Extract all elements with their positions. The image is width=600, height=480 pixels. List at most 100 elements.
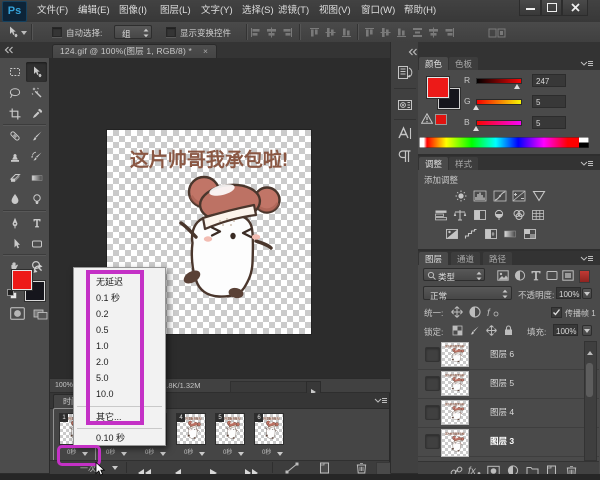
layer-4-thumbnail[interactable] <box>442 401 468 424</box>
tab-swatches[interactable]: 色板 <box>449 57 479 71</box>
tool-type[interactable] <box>26 213 47 233</box>
tool-blur[interactable] <box>4 189 25 209</box>
distribute-right-icon[interactable] <box>444 27 455 38</box>
tool-eyedropper[interactable] <box>26 104 47 124</box>
zoom-level[interactable]: 100% <box>55 379 73 393</box>
tool-gradient[interactable] <box>26 168 47 188</box>
default-colors-icon[interactable] <box>7 289 17 299</box>
layer-5-name[interactable]: 图层 5 <box>490 377 514 389</box>
menu-select[interactable]: 选择(S) <box>240 0 276 21</box>
screen-mode-icon[interactable] <box>33 307 48 320</box>
layer-5-visibility-toggle[interactable] <box>425 376 440 391</box>
show-transform-checkbox[interactable] <box>166 27 176 37</box>
lock-all-icon[interactable] <box>503 325 514 336</box>
tool-eraser[interactable] <box>4 168 25 188</box>
adj-color-balance-icon[interactable] <box>453 209 467 221</box>
tween-button[interactable] <box>285 462 299 474</box>
tool-lasso[interactable] <box>4 83 25 103</box>
frame-5-delay[interactable]: 0秒 <box>223 449 232 458</box>
collapse-tools-icon[interactable] <box>4 46 14 54</box>
align-top-icon[interactable] <box>309 27 320 38</box>
delay-option-current[interactable]: 0.10 秒 <box>75 430 185 446</box>
scrollbar-up-icon[interactable] <box>587 351 593 355</box>
align-right-icon[interactable] <box>282 27 293 38</box>
tab-paths[interactable]: 路径 <box>483 252 513 266</box>
layers-panel-menu-icon[interactable] <box>580 255 594 263</box>
tool-path-selection[interactable] <box>4 234 25 254</box>
arrange-3d-icon[interactable] <box>488 27 506 39</box>
layer-5-thumbnail[interactable] <box>442 372 468 395</box>
fill-arrow-button[interactable] <box>582 325 592 336</box>
tab-layers[interactable]: 图层 <box>419 252 449 266</box>
dock-properties-panel-button[interactable] <box>396 96 414 113</box>
frame-4-delay[interactable]: 0秒 <box>184 449 193 458</box>
gamut-warning-icon[interactable] <box>421 113 433 124</box>
align-bottom-icon[interactable] <box>341 27 352 38</box>
tool-dodge[interactable] <box>26 189 47 209</box>
timeline-frame-6[interactable]: 6 0秒 <box>251 410 287 460</box>
tool-crop[interactable] <box>4 104 25 124</box>
lock-position-icon[interactable] <box>486 325 497 336</box>
green-slider-thumb[interactable] <box>473 105 479 110</box>
layer-6-name[interactable]: 图层 6 <box>490 348 514 360</box>
menu-filter[interactable]: 滤镜(T) <box>276 0 311 21</box>
layer-row-3[interactable]: 图层 3 <box>418 427 599 457</box>
tab-color[interactable]: 颜色 <box>419 57 449 71</box>
scrollbar-thumb[interactable] <box>586 363 593 397</box>
adj-brightness-contrast-icon[interactable] <box>454 190 468 202</box>
dock-paragraph-panel-button[interactable] <box>396 148 414 165</box>
unify-visibility-icon[interactable] <box>468 306 482 318</box>
red-slider-thumb[interactable] <box>514 84 520 89</box>
gamut-fix-swatch[interactable] <box>435 114 447 125</box>
adj-photo-filter-icon[interactable] <box>492 209 506 221</box>
close-button[interactable] <box>562 0 588 16</box>
document-tab-close-icon[interactable]: × <box>203 45 208 58</box>
auto-select-dropdown[interactable]: 组 <box>114 25 152 39</box>
blend-mode-dropdown[interactable]: 正常 <box>423 286 512 301</box>
frame-2-delay[interactable]: 0秒 <box>106 449 115 458</box>
tool-history-brush[interactable] <box>26 147 47 167</box>
layer-4-name[interactable]: 图层 4 <box>490 406 514 418</box>
adj-threshold-icon[interactable] <box>484 228 498 240</box>
menu-type[interactable]: 文字(Y) <box>199 0 235 21</box>
tool-pen[interactable] <box>4 213 25 233</box>
layers-scrollbar[interactable] <box>584 341 597 461</box>
timeline-panel-menu-icon[interactable] <box>374 397 388 405</box>
frame-4-delay-arrow-icon[interactable] <box>199 452 205 456</box>
layer-filter-type-dropdown[interactable]: 类型 <box>423 268 485 282</box>
loop-dropdown-arrow-icon[interactable] <box>112 466 118 470</box>
auto-select-checkbox[interactable] <box>52 27 62 37</box>
frame-2-delay-arrow-icon[interactable] <box>121 452 127 456</box>
adj-selective-color-icon[interactable] <box>523 228 537 240</box>
fill-value[interactable]: 100% <box>553 324 578 336</box>
timeline-frame-5[interactable]: 5 0秒 <box>212 410 248 460</box>
layer-row-6[interactable]: 图层 6 <box>418 340 599 370</box>
adj-invert-icon[interactable] <box>445 228 459 240</box>
frame-3-delay[interactable]: 0秒 <box>145 449 154 458</box>
layer-6-thumbnail[interactable] <box>442 343 468 366</box>
green-value[interactable]: 5 <box>532 95 566 108</box>
quick-mask-icon[interactable] <box>10 307 25 320</box>
menu-help[interactable]: 帮助(H) <box>402 0 438 21</box>
adj-vibrance-icon[interactable] <box>532 190 546 202</box>
menu-layer[interactable]: 图层(L) <box>158 0 193 21</box>
layer-4-visibility-toggle[interactable] <box>425 405 440 420</box>
adj-posterize-icon[interactable] <box>464 228 478 240</box>
tab-styles[interactable]: 样式 <box>449 157 479 171</box>
adj-hue-saturation-icon[interactable] <box>434 209 448 221</box>
lock-transparent-icon[interactable] <box>452 325 463 336</box>
dock-character-panel-button[interactable] <box>396 125 414 142</box>
adj-gradient-map-icon[interactable] <box>503 228 517 240</box>
distribute-center-icon[interactable] <box>428 27 439 38</box>
adj-black-white-icon[interactable] <box>473 209 487 221</box>
tab-channels[interactable]: 通道 <box>451 252 481 266</box>
propagate-frame-checkbox[interactable] <box>551 307 562 318</box>
tool-brush[interactable] <box>26 126 47 146</box>
menu-image[interactable]: 图像(I) <box>117 0 149 21</box>
color-panel-menu-icon[interactable] <box>580 60 594 68</box>
opacity-arrow-button[interactable] <box>582 288 592 299</box>
layer-row-4[interactable]: 图层 4 <box>418 398 599 428</box>
adj-channel-mixer-icon[interactable] <box>512 209 526 221</box>
unify-style-icon[interactable]: f <box>486 306 500 318</box>
distribute-horizontal-icon[interactable] <box>412 27 423 38</box>
